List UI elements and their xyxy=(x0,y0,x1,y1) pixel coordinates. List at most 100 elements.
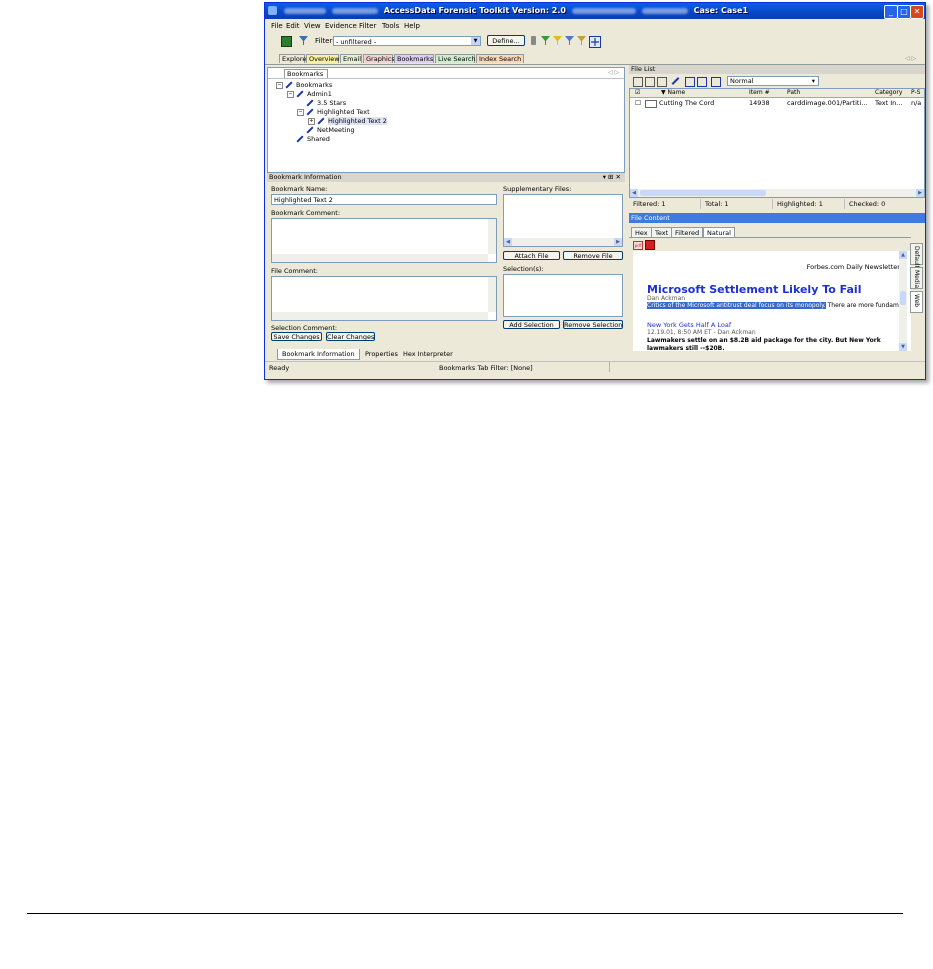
menu-evidence[interactable]: Evidence xyxy=(325,22,357,30)
tab-media[interactable]: Media xyxy=(910,267,923,289)
filter-select[interactable]: - unfiltered - ▼ xyxy=(333,36,481,46)
supp-files-hscroll[interactable]: ◀ ▶ xyxy=(504,238,622,246)
move-icon[interactable] xyxy=(589,36,601,48)
tree-node-shared[interactable]: Shared xyxy=(296,135,330,143)
bookmark-icon[interactable] xyxy=(671,77,680,85)
tab-email[interactable]: Email xyxy=(340,54,362,63)
collapse-icon[interactable]: − xyxy=(276,81,283,89)
tab-hex[interactable]: Hex xyxy=(631,227,652,237)
scroll-right-icon[interactable]: ▶ xyxy=(614,238,622,246)
tree-node-35-stars[interactable]: 3.5 Stars xyxy=(306,99,346,107)
scroll-right-icon[interactable]: ▶ xyxy=(916,189,924,197)
tab-hex-interpreter[interactable]: Hex Interpreter xyxy=(399,349,457,359)
collapse-icon[interactable]: − xyxy=(297,108,304,116)
columns-icon[interactable] xyxy=(697,77,707,87)
supplementary-files-list[interactable]: ◀ ▶ xyxy=(503,194,623,247)
close-button[interactable]: ✕ xyxy=(910,5,924,19)
tree-node-bookmarks[interactable]: − Bookmarks xyxy=(276,81,332,89)
comment-vscroll[interactable] xyxy=(488,219,496,254)
column-ps[interactable]: P-S xyxy=(911,89,920,97)
menu-help[interactable]: Help xyxy=(404,22,420,30)
title-bar[interactable]: AccessData Forensic Toolkit Version: 2.0… xyxy=(265,3,925,19)
content-vscroll[interactable]: ▲ ▼ xyxy=(899,251,907,351)
save-changes-button[interactable]: Save Changes xyxy=(271,332,322,341)
row-path: carddimage.001/Partiti... xyxy=(787,99,868,107)
menu-file[interactable]: File xyxy=(271,22,283,30)
tab-default[interactable]: Default xyxy=(910,243,923,268)
filter-mixed-icon[interactable] xyxy=(577,36,586,45)
comment-hscroll[interactable] xyxy=(272,254,488,262)
export-icon[interactable] xyxy=(657,77,667,87)
column-category[interactable]: Category xyxy=(875,89,902,97)
tab-filtered[interactable]: Filtered xyxy=(671,227,704,237)
filter-green-icon[interactable] xyxy=(541,36,550,45)
file-comment-vscroll[interactable] xyxy=(488,277,496,312)
menu-tools[interactable]: Tools xyxy=(382,22,399,30)
remove-file-button[interactable]: Remove File xyxy=(563,251,623,260)
tab-graphics[interactable]: Graphics xyxy=(363,54,395,63)
tree-node-admin1[interactable]: − Admin1 xyxy=(287,90,332,98)
funnel-icon[interactable] xyxy=(299,36,308,45)
highlighted-selection[interactable]: Critics of the Microsoft antitrust deal … xyxy=(647,302,826,309)
view-icon[interactable] xyxy=(685,77,695,87)
scroll-up-icon[interactable]: ▲ xyxy=(899,251,907,259)
tab-overview[interactable]: Overview xyxy=(306,54,340,63)
trash-icon[interactable] xyxy=(531,36,536,45)
bookmark-name-input[interactable]: Highlighted Text 2 xyxy=(271,194,497,205)
selections-list[interactable] xyxy=(503,274,623,317)
scroll-thumb[interactable] xyxy=(640,190,766,196)
tab-live-search[interactable]: Live Search xyxy=(435,54,476,63)
copy-special-icon[interactable] xyxy=(645,77,655,87)
panel-controls[interactable]: ▾ ⊞ ✕ xyxy=(603,173,621,182)
tab-bookmark-information[interactable]: Bookmark Information xyxy=(277,349,360,360)
view-mode-select[interactable]: Normal ▾ xyxy=(727,76,819,86)
column-path[interactable]: Path xyxy=(787,89,800,97)
copy-icon[interactable] xyxy=(633,77,643,87)
define-button[interactable]: Define... xyxy=(487,35,525,46)
file-list-hscroll[interactable]: ◀ ▶ xyxy=(630,189,924,197)
tab-explore[interactable]: Explore xyxy=(279,54,306,63)
tree-node-netmeeting[interactable]: NetMeeting xyxy=(306,126,355,134)
scroll-thumb[interactable] xyxy=(900,291,906,305)
print-icon[interactable] xyxy=(645,240,655,250)
scroll-left-icon[interactable]: ◀ xyxy=(630,189,638,197)
clear-changes-button[interactable]: Clear Changes xyxy=(326,332,375,341)
tab-text[interactable]: Text xyxy=(651,227,673,237)
select-all-checkbox[interactable]: ☑ xyxy=(635,89,640,97)
minimize-button[interactable]: _ xyxy=(884,5,898,19)
bookmark-comment-textarea[interactable] xyxy=(271,218,497,263)
row-checkbox[interactable]: ☐ xyxy=(635,99,641,107)
tree-node-highlighted-text[interactable]: − Highlighted Text xyxy=(297,108,370,116)
scroll-down-icon[interactable]: ▼ xyxy=(899,343,907,351)
maximize-button[interactable]: □ xyxy=(897,5,911,19)
tree-node-highlighted-text-2[interactable]: + Highlighted Text 2 xyxy=(308,117,387,125)
remove-selection-button[interactable]: Remove Selection xyxy=(563,320,623,329)
menu-filter[interactable]: Filter xyxy=(359,22,376,30)
menu-view[interactable]: View xyxy=(304,22,321,30)
article-subheadline[interactable]: New York Gets Half A Loaf xyxy=(647,321,731,329)
column-item-number[interactable]: Item # xyxy=(749,89,770,97)
total-count: Total: 1 xyxy=(701,199,773,209)
file-comment-textarea[interactable] xyxy=(271,276,497,321)
collapse-icon[interactable]: − xyxy=(287,90,294,98)
filter-blue-icon[interactable] xyxy=(565,36,574,45)
pane-scroll-arrows[interactable]: ◁ ▷ xyxy=(608,69,619,76)
file-comment-hscroll[interactable] xyxy=(272,312,488,320)
expand-icon[interactable]: + xyxy=(308,117,315,125)
column-name[interactable]: ▼ Name xyxy=(661,89,685,97)
tab-natural[interactable]: Natural xyxy=(703,227,735,237)
tab-scroll-arrows[interactable]: ◁ ▷ xyxy=(905,55,916,62)
attach-file-button[interactable]: Attach File xyxy=(503,251,560,260)
menu-edit[interactable]: Edit xyxy=(286,22,300,30)
add-selection-button[interactable]: Add Selection xyxy=(503,320,560,329)
tab-bookmarks-tree[interactable]: Bookmarks xyxy=(284,69,328,78)
case-icon[interactable] xyxy=(281,36,292,47)
column-settings-icon[interactable] xyxy=(711,77,721,87)
tab-properties[interactable]: Properties xyxy=(361,349,402,359)
scroll-left-icon[interactable]: ◀ xyxy=(504,238,512,246)
filter-yellow-icon[interactable] xyxy=(553,36,562,45)
tab-index-search[interactable]: Index Search xyxy=(476,54,524,63)
pdf-icon[interactable]: pdf xyxy=(633,241,643,250)
tab-web[interactable]: Web xyxy=(910,291,923,313)
tab-bookmarks[interactable]: Bookmarks xyxy=(394,54,434,63)
